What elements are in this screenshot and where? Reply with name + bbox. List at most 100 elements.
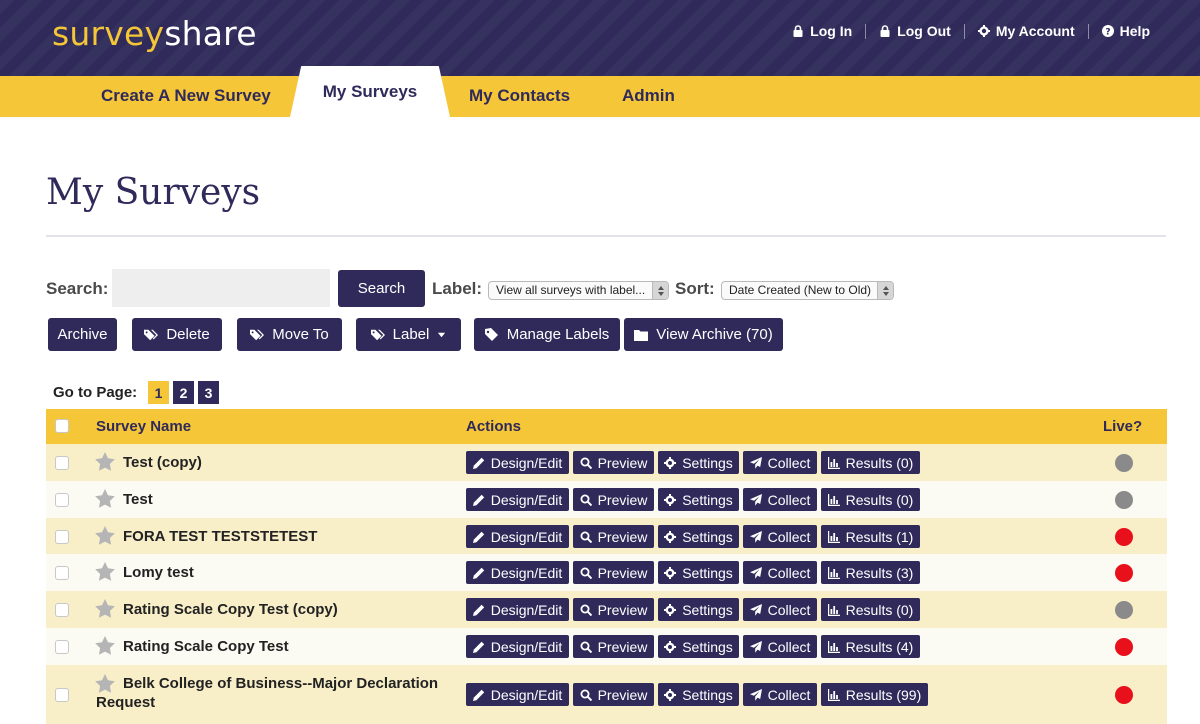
design-edit-button[interactable]: Design/Edit	[466, 525, 569, 548]
question-circle-icon: ?	[1101, 25, 1114, 37]
design-edit-button[interactable]: Design/Edit	[466, 451, 569, 474]
results-button[interactable]: Results (99)	[821, 683, 928, 706]
manage-labels-button[interactable]: Manage Labels	[474, 318, 620, 351]
preview-button[interactable]: Preview	[573, 488, 654, 511]
design-edit-button[interactable]: Design/Edit	[466, 683, 569, 706]
page-1-button[interactable]: 1	[148, 381, 169, 404]
star-icon[interactable]	[95, 526, 115, 545]
page-title: My Surveys	[46, 172, 261, 213]
row-actions: Design/Edit Preview Settings Collect Results…	[466, 598, 920, 621]
collect-button[interactable]: Collect	[743, 561, 817, 584]
paper-plane-icon	[749, 688, 762, 701]
row-checkbox[interactable]	[55, 566, 69, 580]
row-checkbox[interactable]	[55, 493, 69, 507]
archive-button[interactable]: Archive	[48, 318, 117, 351]
search-icon	[580, 604, 592, 616]
label-filter-select[interactable]: View all surveys with label...	[488, 281, 669, 300]
survey-name-link[interactable]: Test (copy)	[123, 454, 202, 471]
pencil-icon	[472, 689, 484, 701]
settings-button[interactable]: Settings	[658, 451, 739, 474]
collect-button[interactable]: Collect	[743, 598, 817, 621]
results-button[interactable]: Results (0)	[821, 488, 920, 511]
tab-create-survey[interactable]: Create A New Survey	[101, 86, 271, 106]
collect-button[interactable]: Collect	[743, 451, 817, 474]
tab-my-contacts[interactable]: My Contacts	[469, 86, 570, 106]
settings-button[interactable]: Settings	[658, 598, 739, 621]
settings-button[interactable]: Settings	[658, 635, 739, 658]
lock-icon	[880, 25, 890, 37]
move-to-button[interactable]: Move To	[237, 318, 342, 351]
results-button[interactable]: Results (1)	[821, 525, 920, 548]
sort-select[interactable]: Date Created (New to Old)	[721, 281, 894, 300]
star-icon[interactable]	[95, 489, 115, 508]
tab-my-surveys[interactable]: My Surveys	[290, 66, 450, 117]
star-icon[interactable]	[95, 636, 115, 655]
pencil-icon	[472, 641, 484, 653]
design-edit-button[interactable]: Design/Edit	[466, 598, 569, 621]
collect-button[interactable]: Collect	[743, 488, 817, 511]
pencil-icon	[472, 457, 484, 469]
search-input[interactable]	[112, 269, 330, 307]
live-status-indicator	[1115, 564, 1133, 582]
surveyshare-logo[interactable]: surveyshare	[52, 14, 257, 53]
my-account-link[interactable]: My Account	[977, 23, 1075, 39]
preview-button[interactable]: Preview	[573, 635, 654, 658]
survey-name-link[interactable]: Test	[123, 491, 153, 508]
tab-admin[interactable]: Admin	[622, 86, 675, 106]
design-edit-button[interactable]: Design/Edit	[466, 488, 569, 511]
settings-button[interactable]: Settings	[658, 683, 739, 706]
row-checkbox[interactable]	[55, 530, 69, 544]
delete-button[interactable]: Delete	[132, 318, 222, 351]
results-button[interactable]: Results (0)	[821, 451, 920, 474]
label-dropdown-button[interactable]: Label	[356, 318, 461, 351]
preview-button[interactable]: Preview	[573, 561, 654, 584]
preview-button[interactable]: Preview	[573, 683, 654, 706]
bar-chart-icon	[827, 456, 840, 469]
table-row: Lomy test Design/Edit Preview Settings Colle…	[46, 554, 1167, 591]
page-2-button[interactable]: 2	[173, 381, 194, 404]
table-header: Survey Name Actions Live?	[46, 409, 1167, 444]
survey-name-link[interactable]: Lomy test	[123, 564, 194, 581]
table-row: Belk College of Business--Major Declarat…	[46, 665, 1167, 724]
collect-button[interactable]: Collect	[743, 635, 817, 658]
preview-button[interactable]: Preview	[573, 525, 654, 548]
select-all-checkbox[interactable]	[55, 419, 69, 433]
folder-icon	[634, 329, 649, 341]
results-button[interactable]: Results (4)	[821, 635, 920, 658]
star-icon[interactable]	[95, 562, 115, 581]
survey-name-link[interactable]: Rating Scale Copy Test (copy)	[123, 601, 338, 618]
collect-button[interactable]: Collect	[743, 683, 817, 706]
settings-button[interactable]: Settings	[658, 525, 739, 548]
gear-icon	[977, 25, 990, 37]
settings-button[interactable]: Settings	[658, 488, 739, 511]
star-icon[interactable]	[95, 452, 115, 471]
row-checkbox[interactable]	[55, 640, 69, 654]
svg-text:?: ?	[1105, 27, 1110, 37]
survey-name-link[interactable]: Belk College of Business--Major Declarat…	[96, 674, 456, 712]
preview-button[interactable]: Preview	[573, 598, 654, 621]
col-actions: Actions	[466, 418, 522, 435]
collect-button[interactable]: Collect	[743, 525, 817, 548]
caret-down-icon	[438, 332, 446, 338]
design-edit-button[interactable]: Design/Edit	[466, 561, 569, 584]
row-checkbox[interactable]	[55, 456, 69, 470]
logout-link[interactable]: Log Out	[879, 23, 951, 39]
page-3-button[interactable]: 3	[198, 381, 219, 404]
settings-button[interactable]: Settings	[658, 561, 739, 584]
login-link[interactable]: Log In	[792, 23, 852, 39]
view-archive-button[interactable]: View Archive (70)	[624, 318, 783, 351]
preview-button[interactable]: Preview	[573, 451, 654, 474]
row-checkbox[interactable]	[55, 688, 69, 702]
search-button[interactable]: Search	[338, 270, 425, 307]
row-checkbox[interactable]	[55, 603, 69, 617]
survey-name-link[interactable]: Rating Scale Copy Test	[123, 638, 289, 655]
help-link[interactable]: ? Help	[1101, 23, 1150, 39]
star-icon[interactable]	[95, 599, 115, 618]
bar-chart-icon	[827, 493, 840, 506]
survey-name-link[interactable]: FORA TEST TESTSTETEST	[123, 528, 317, 545]
table-row: FORA TEST TESTSTETEST Design/Edit Preview S…	[46, 518, 1167, 555]
design-edit-button[interactable]: Design/Edit	[466, 635, 569, 658]
results-button[interactable]: Results (3)	[821, 561, 920, 584]
col-survey-name: Survey Name	[96, 418, 192, 435]
results-button[interactable]: Results (0)	[821, 598, 920, 621]
